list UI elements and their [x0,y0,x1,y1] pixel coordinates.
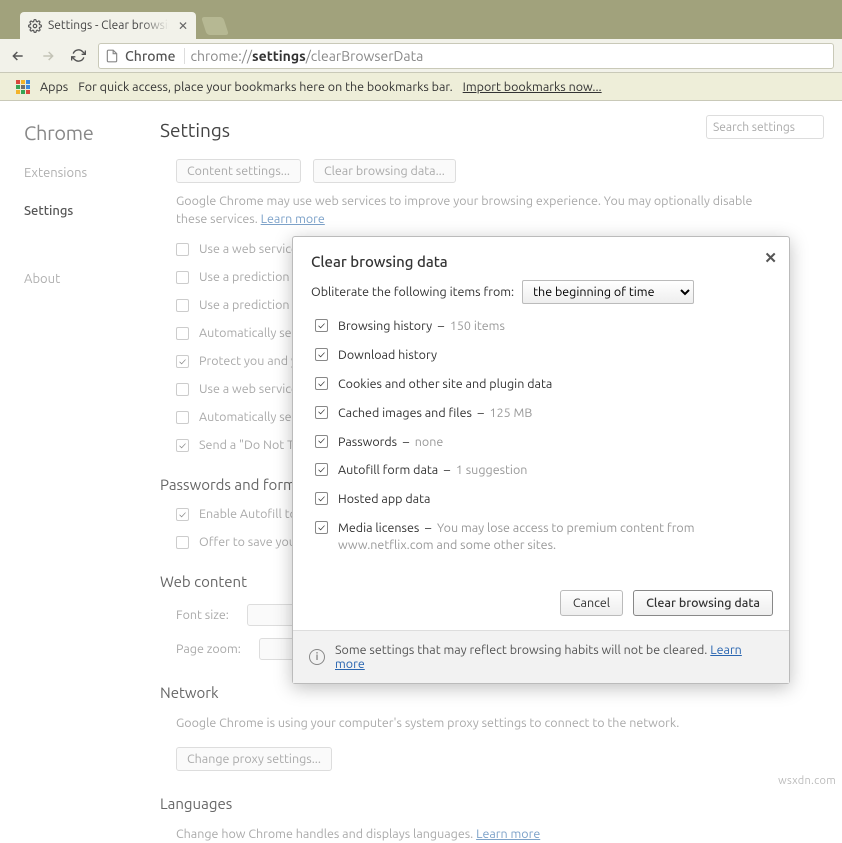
clear-data-label: Autofill form data [338,463,438,477]
obliterate-label: Obliterate the following items from: [311,285,514,299]
clear-data-option[interactable]: Hosted app data [315,491,771,508]
checkbox[interactable] [315,377,328,390]
clear-data-label: Hosted app data [338,492,430,506]
clear-data-option[interactable]: Media licenses – You may lose access to … [315,520,771,554]
clear-data-option[interactable]: Download history [315,347,771,364]
time-range-select[interactable]: the beginning of time [522,280,694,304]
clear-data-option[interactable]: Browsing history – 150 items [315,318,771,335]
checkbox[interactable] [315,435,328,448]
clear-browsing-data-dialog: Clear browsing data ✕ Obliterate the fol… [292,236,790,684]
checkbox[interactable] [315,348,328,361]
checkbox[interactable] [315,492,328,505]
dialog-title: Clear browsing data ✕ [293,237,789,280]
checkbox[interactable] [315,463,328,476]
clear-data-label: Cookies and other site and plugin data [338,377,552,391]
clear-data-label: Download history [338,348,437,362]
clear-data-label: Media licenses [338,521,419,535]
clear-data-hint: none [415,435,444,449]
dialog-info-text: Some settings that may reflect browsing … [335,643,710,657]
checkbox[interactable] [315,406,328,419]
clear-data-hint: 150 items [450,319,505,333]
dialog-info-bar: i Some settings that may reflect browsin… [293,630,789,683]
clear-data-label: Browsing history [338,319,432,333]
clear-data-hint: 125 MB [490,406,533,420]
languages-learn-more-link[interactable]: Learn more [476,827,540,841]
clear-data-option[interactable]: Passwords – none [315,434,771,451]
clear-data-option[interactable]: Cached images and files – 125 MB [315,405,771,422]
clear-data-label: Passwords [338,435,397,449]
clear-data-hint: 1 suggestion [456,463,528,477]
checkbox[interactable] [315,521,328,534]
languages-heading: Languages [160,795,842,812]
clear-data-label: Cached images and files [338,406,472,420]
checkbox[interactable] [315,319,328,332]
clear-data-confirm-button[interactable]: Clear browsing data [633,590,773,616]
source-watermark: wsxdn.com [778,775,836,787]
languages-text: Change how Chrome handles and displays l… [176,826,776,843]
clear-data-option[interactable]: Autofill form data – 1 suggestion [315,462,771,479]
cancel-button[interactable]: Cancel [560,590,623,616]
close-icon[interactable]: ✕ [764,249,777,267]
info-icon: i [309,649,325,665]
clear-data-option[interactable]: Cookies and other site and plugin data [315,376,771,393]
